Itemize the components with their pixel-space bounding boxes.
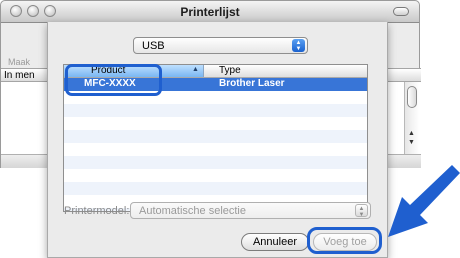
connection-popup-value: USB [142,40,165,52]
scroll-thumb[interactable] [407,86,417,108]
row-type: Brother Laser [219,78,285,89]
popup-arrows-icon: ▲ ▼ [292,39,305,52]
toolbar-label[interactable]: Maak [8,57,30,67]
add-button-highlight-outline [307,227,382,254]
printer-model-label: Printermodel: [64,205,130,217]
scroll-down-icon[interactable]: ▼ [408,139,415,147]
callout-arrow-icon [388,165,460,237]
printer-model-value: Automatische selectie [139,205,246,217]
scroll-up-icon[interactable]: ▲ [408,130,415,138]
column-header-type-label: Type [219,65,241,76]
product-highlight-outline [65,64,162,96]
list-empty-rows [64,91,367,211]
window-title: Printerlijst [180,5,240,19]
vertical-scrollbar[interactable]: ▲ ▼ [404,82,419,154]
toolbar-pill-icon[interactable] [393,7,409,16]
column-header-in-menu[interactable]: In men [4,70,35,81]
connection-popup[interactable]: USB ▲ ▼ [133,37,308,54]
cancel-button[interactable]: Annuleer [241,233,309,251]
title-bar[interactable]: Printerlijst [1,1,419,23]
printer-model-popup[interactable]: Automatische selectie ▲ ▼ [130,202,371,219]
popup-arrows-icon: ▲ ▼ [355,204,368,218]
sort-arrow-icon: ▲ [192,66,199,73]
add-printer-sheet: USB ▲ ▼ Product ▲ Type MFC-XXXX Brother L… [47,22,388,258]
